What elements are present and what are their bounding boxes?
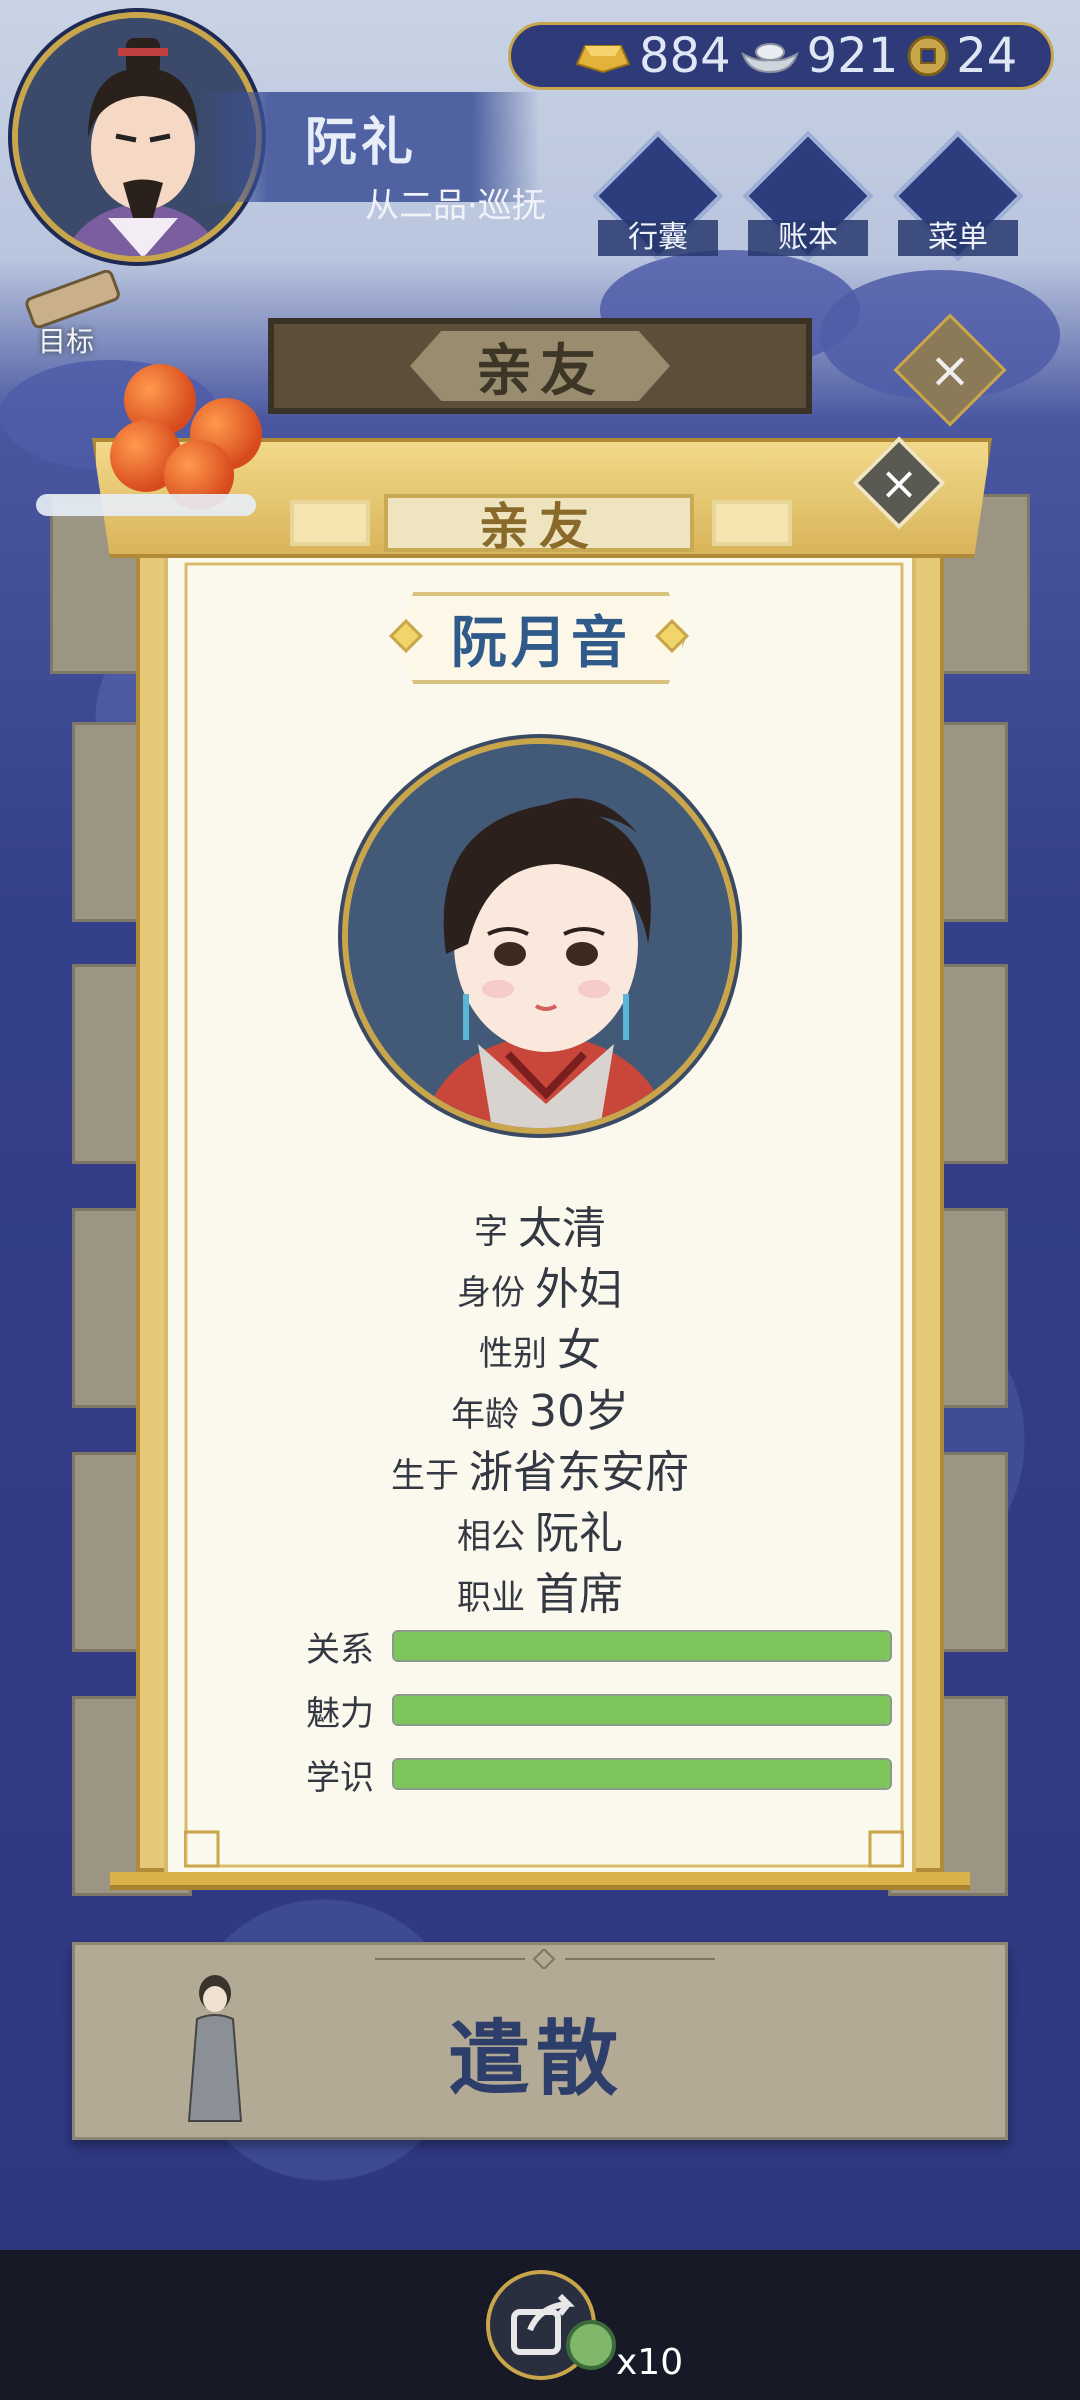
stat-relationship: 关系 <box>306 1626 892 1670</box>
menu-label: 菜单 <box>898 220 1018 256</box>
goal-button[interactable]: 目标 <box>18 269 128 370</box>
player-name: 阮礼 <box>305 113 418 173</box>
info-key: 相公 <box>457 1517 525 1557</box>
info-value: 阮礼 <box>535 1508 623 1559</box>
info-row-age: 年龄 30岁 <box>164 1375 916 1439</box>
cloud-decoration <box>36 494 256 516</box>
stat-bar <box>392 1758 892 1790</box>
silver-ingot-icon <box>740 43 799 74</box>
panel-bottom-rod <box>110 1872 970 1890</box>
close-icon: × <box>879 456 919 510</box>
info-key: 职业 <box>457 1578 525 1618</box>
stat-charm: 魅力 <box>306 1690 892 1734</box>
background-title-text: 亲友 <box>410 331 670 401</box>
ornament-divider <box>375 1949 715 1969</box>
goal-label: 目标 <box>38 325 95 358</box>
servant-figure-icon <box>187 1975 243 2122</box>
copper-coin-icon <box>907 35 949 77</box>
background-page-title: 亲友 <box>268 318 812 414</box>
coin-amount: 24 <box>956 28 1018 84</box>
coin-currency: 24 <box>906 28 1017 84</box>
stat-label: 关系 <box>306 1629 374 1670</box>
stat-bar-fill <box>394 1696 890 1724</box>
ledger-button[interactable]: 账本 <box>742 130 874 262</box>
header-ornament <box>712 500 792 546</box>
player-rank: 从二品·巡抚 <box>365 186 546 226</box>
stat-bar <box>392 1694 892 1726</box>
gold-amount: 884 <box>639 28 731 84</box>
stat-bar-fill <box>394 1760 890 1788</box>
share-reward-count: x10 <box>616 2342 684 2383</box>
info-row-husband: 相公 阮礼 <box>164 1497 916 1561</box>
stat-bar <box>392 1630 892 1662</box>
menu-button[interactable]: 菜单 <box>892 130 1024 262</box>
info-row-occupation: 职业 首席 <box>164 1558 916 1622</box>
info-row-identity: 身份 外妇 <box>164 1253 916 1317</box>
info-key: 生于 <box>391 1456 459 1496</box>
info-value: 30岁 <box>529 1386 629 1437</box>
stat-bar-fill <box>394 1632 890 1660</box>
info-value: 首席 <box>535 1569 623 1620</box>
info-key: 身份 <box>457 1273 525 1313</box>
info-row-gender: 性别女 <box>164 1314 916 1378</box>
info-key: 字 <box>474 1212 508 1252</box>
gold-currency: 884 <box>571 28 731 84</box>
info-key: 年龄 <box>451 1395 519 1435</box>
panel-title-text: 亲友 <box>479 498 599 556</box>
character-name: 阮月音 <box>396 592 686 684</box>
info-row-style-name: 字太清 <box>164 1192 916 1256</box>
character-name-text: 阮月音 <box>451 610 631 676</box>
gold-ingot-icon <box>575 45 631 74</box>
info-row-birthplace: 生于 浙省东安府 <box>164 1436 916 1500</box>
close-icon: × <box>929 341 971 399</box>
stat-label: 学识 <box>306 1757 374 1798</box>
currency-bar: 884 921 24 <box>508 22 1054 90</box>
character-portrait <box>342 738 738 1134</box>
stat-knowledge: 学识 <box>306 1754 892 1798</box>
bag-label: 行囊 <box>598 220 718 256</box>
ledger-label: 账本 <box>748 220 868 256</box>
panel-title: 亲友 <box>384 494 694 556</box>
info-value: 浙省东安府 <box>469 1447 689 1498</box>
dismiss-label: 遣散 <box>448 2012 625 2107</box>
info-value: 外妇 <box>535 1264 623 1315</box>
info-value: 女 <box>557 1325 601 1376</box>
bag-button[interactable]: 行囊 <box>592 130 724 262</box>
info-value: 太清 <box>518 1203 606 1254</box>
silver-amount: 921 <box>806 28 899 84</box>
header-ornament <box>290 500 370 546</box>
silver-currency: 921 <box>739 28 899 84</box>
stat-label: 魅力 <box>306 1693 374 1734</box>
reward-coin-icon <box>566 2320 616 2370</box>
info-key: 性别 <box>479 1334 547 1374</box>
